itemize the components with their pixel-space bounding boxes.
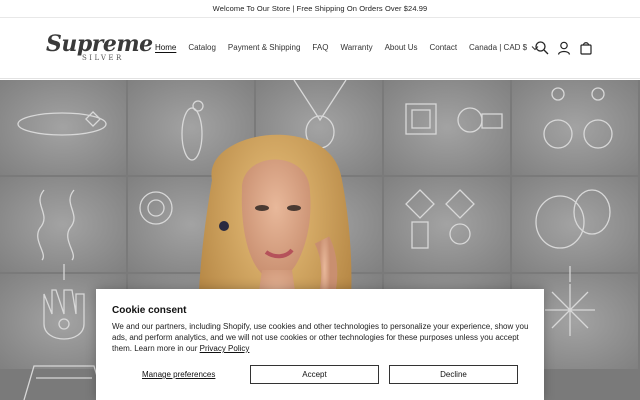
stud-earrings-image	[405, 189, 475, 249]
nav-faq[interactable]: FAQ	[312, 43, 328, 52]
logo-subtitle: SILVER	[82, 54, 124, 62]
nav-contact[interactable]: Contact	[430, 43, 458, 52]
decline-button[interactable]: Decline	[389, 365, 518, 384]
cookie-body-text: We and our partners, including Shopify, …	[112, 322, 529, 353]
privacy-policy-link[interactable]: Privacy Policy	[200, 344, 250, 353]
round-earring-image	[139, 191, 173, 225]
nav-about-us[interactable]: About Us	[385, 43, 418, 52]
country-selector[interactable]: Canada | CAD $	[469, 43, 539, 52]
country-label: Canada | CAD $	[469, 43, 528, 52]
nav-home[interactable]: Home	[155, 43, 176, 52]
starburst-pendant-image	[545, 266, 595, 336]
nav-payment-shipping[interactable]: Payment & Shipping	[228, 43, 301, 52]
earrings-image	[543, 87, 613, 149]
cookie-body: We and our partners, including Shopify, …	[112, 321, 532, 354]
manage-preferences-button[interactable]: Manage preferences	[142, 370, 215, 379]
nav-warranty[interactable]: Warranty	[340, 43, 372, 52]
hamsa-pendant-image	[43, 264, 85, 340]
site-header: Supreme SILVER Home Catalog Payment & Sh…	[0, 19, 640, 79]
cookie-title: Cookie consent	[112, 305, 187, 316]
search-icon[interactable]	[534, 40, 550, 56]
drop-earrings-image	[37, 189, 75, 261]
cookie-consent-dialog: Cookie consent We and our partners, incl…	[96, 289, 544, 400]
bracelet-image	[17, 111, 107, 136]
account-icon[interactable]	[556, 40, 572, 56]
nav-catalog[interactable]: Catalog	[188, 43, 216, 52]
announcement-bar: Welcome To Our Store | Free Shipping On …	[0, 0, 640, 18]
statement-ring-image	[535, 189, 611, 249]
cufflinks-image	[405, 103, 503, 135]
store-logo[interactable]: Supreme SILVER	[46, 31, 153, 65]
cart-icon[interactable]	[578, 40, 594, 56]
accept-button[interactable]: Accept	[250, 365, 379, 384]
main-nav: Home Catalog Payment & Shipping FAQ Warr…	[155, 43, 469, 52]
announcement-text: Welcome To Our Store | Free Shipping On …	[212, 4, 428, 13]
